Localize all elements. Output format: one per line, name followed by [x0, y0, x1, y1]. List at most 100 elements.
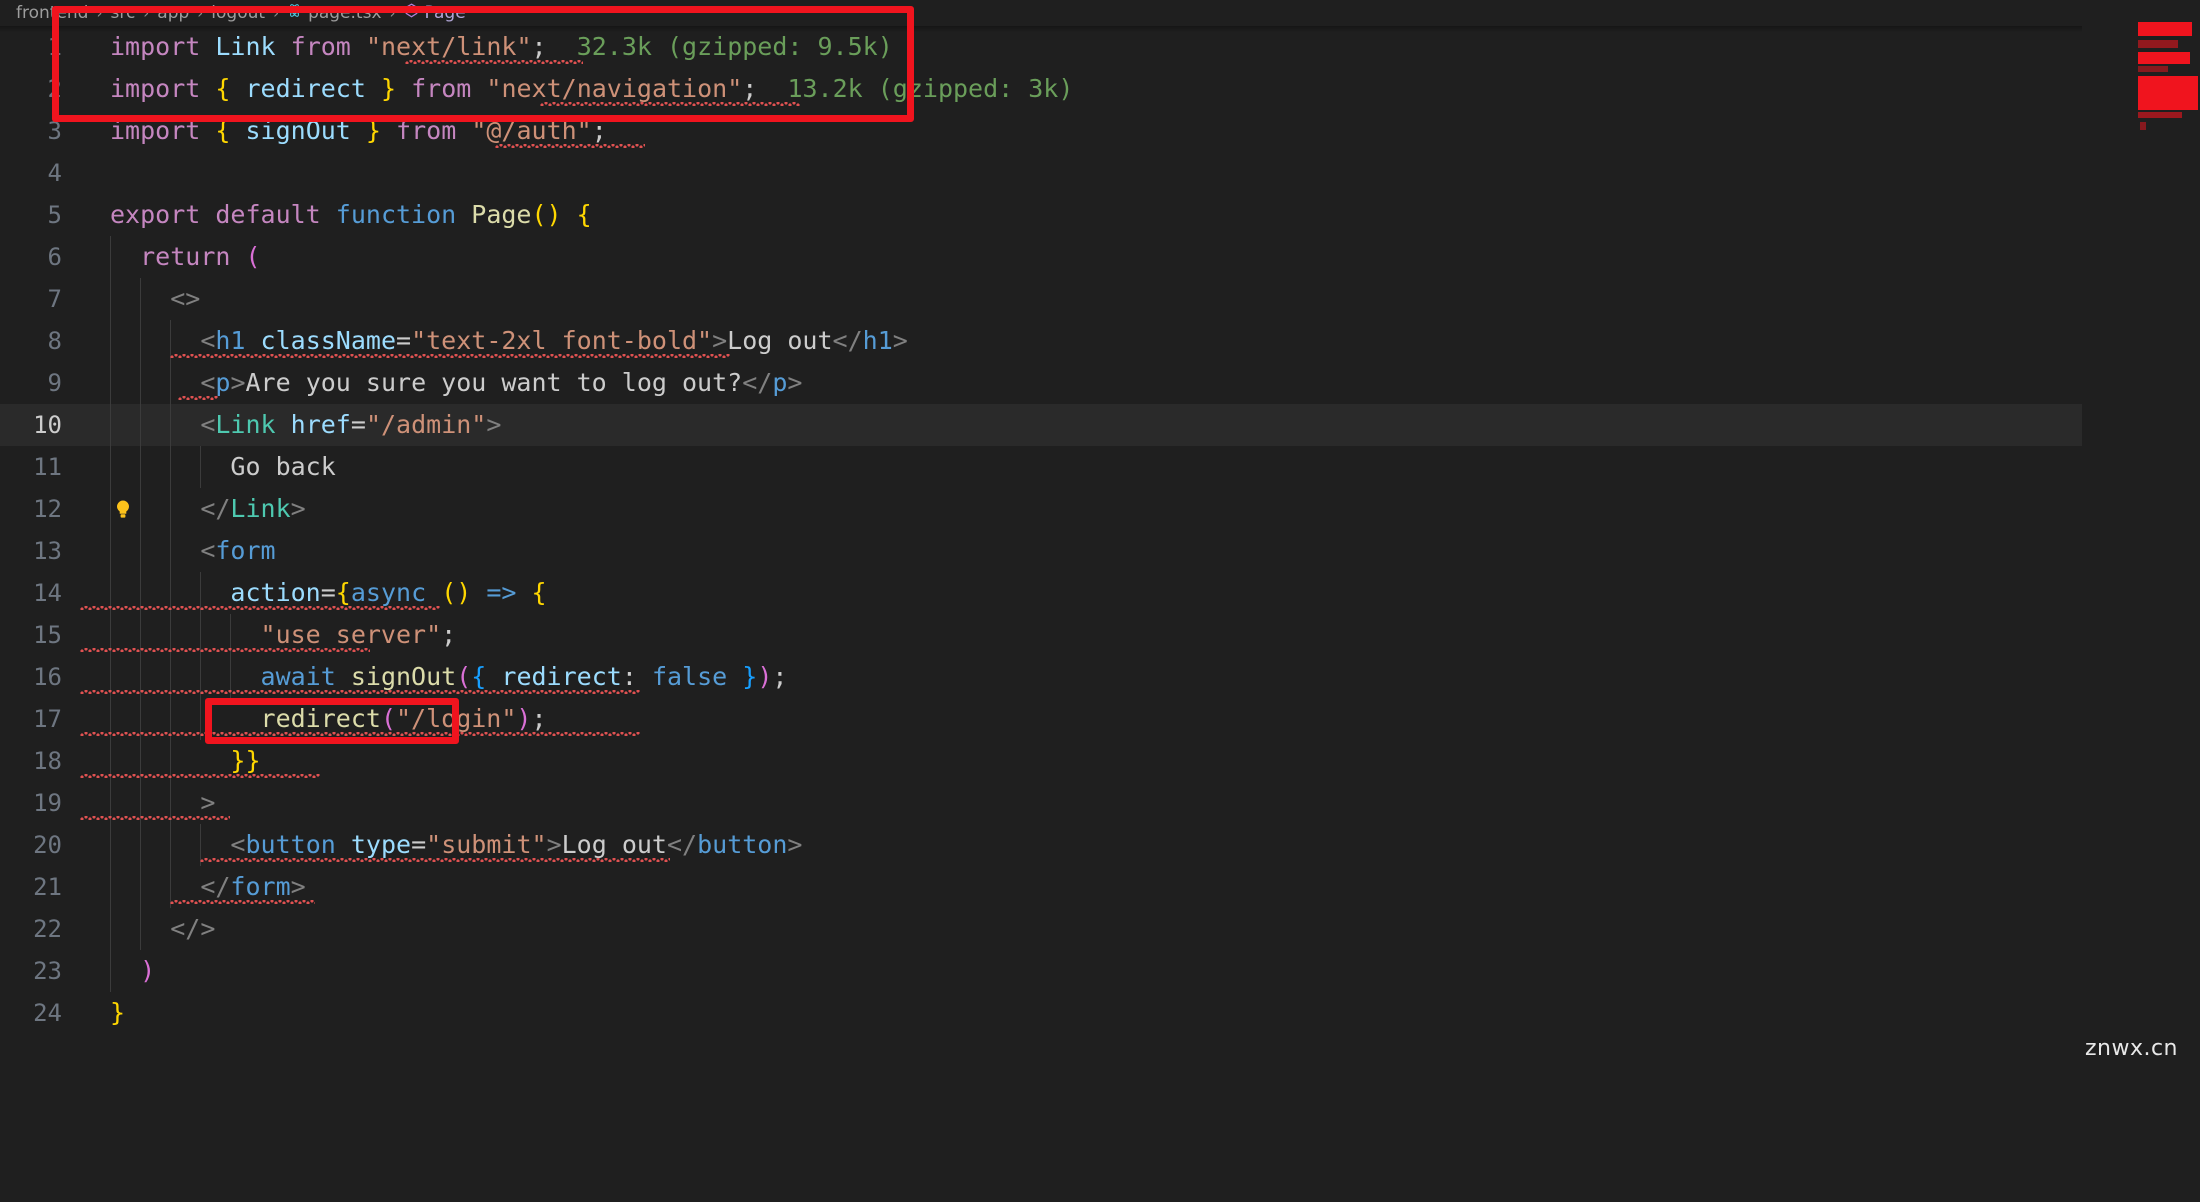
line-number: 21 — [33, 873, 62, 901]
code-line[interactable]: 20 <button type="submit">Log out</button… — [0, 824, 2200, 866]
code-line[interactable]: 23 ) — [0, 950, 2200, 992]
line-number: 17 — [33, 705, 62, 733]
breadcrumb-separator: › — [96, 4, 103, 22]
indent-guide — [200, 446, 201, 488]
minimap[interactable] — [2082, 0, 2200, 1077]
symbol-class-icon — [404, 3, 419, 23]
indent-guide — [140, 278, 141, 320]
line-number: 15 — [33, 621, 62, 649]
indent-guide — [110, 950, 111, 992]
error-squiggle — [80, 690, 640, 694]
indent-guide — [140, 488, 141, 530]
indent-guide — [110, 824, 111, 866]
code-text: </> — [170, 914, 216, 943]
code-text: } — [110, 998, 126, 1027]
breadcrumb-item-logout[interactable]: logout — [211, 3, 265, 23]
breadcrumb-item-page-symbol[interactable]: Page — [425, 3, 466, 23]
line-number: 19 — [33, 789, 62, 817]
code-line[interactable]: 12 </Link> — [0, 488, 2200, 530]
indent-guide — [110, 866, 111, 908]
indent-guide — [170, 824, 171, 866]
code-line[interactable]: 22 </> — [0, 908, 2200, 950]
indent-guide — [110, 446, 111, 488]
error-squiggle — [80, 816, 230, 820]
code-line[interactable]: 16 await signOut({ redirect: false }); — [0, 656, 2200, 698]
error-squiggle — [405, 60, 583, 64]
indent-guide — [140, 530, 141, 572]
code-line[interactable]: 18 }} — [0, 740, 2200, 782]
breadcrumb-item-src[interactable]: src — [110, 3, 135, 23]
code-line[interactable]: 17 redirect("/login"); — [0, 698, 2200, 740]
code-line[interactable]: 5 export default function Page() { — [0, 194, 2200, 236]
breadcrumb-item-frontend[interactable]: frontend — [16, 3, 88, 23]
minimap-highlight — [2138, 76, 2198, 110]
react-file-icon — [287, 3, 302, 23]
indent-guide — [110, 236, 111, 278]
line-number: 16 — [33, 663, 62, 691]
line-number: 6 — [47, 243, 62, 271]
vscode-editor-window: frontend › src › app › logout › page.tsx… — [0, 0, 2200, 1077]
line-number: 9 — [47, 369, 62, 397]
error-squiggle — [80, 606, 440, 610]
indent-guide — [110, 908, 111, 950]
code-line[interactable]: 7 <> — [0, 278, 2200, 320]
line-number: 8 — [47, 327, 62, 355]
code-line[interactable]: 19 > — [0, 782, 2200, 824]
error-squiggle — [178, 396, 218, 400]
breadcrumb-separator: › — [143, 4, 150, 22]
code-line[interactable]: 14 action={async () => { — [0, 572, 2200, 614]
code-line[interactable]: 6 return ( — [0, 236, 2200, 278]
code-line[interactable]: 9 <p>Are you sure you want to log out?</… — [0, 362, 2200, 404]
indent-guide — [110, 530, 111, 572]
breadcrumb-separator: › — [273, 4, 280, 22]
line-number: 2 — [47, 75, 62, 103]
error-squiggle — [80, 774, 320, 778]
indent-guide — [140, 824, 141, 866]
code-line-active[interactable]: 10 <Link href="/admin"> — [0, 404, 2200, 518]
line-number: 5 — [47, 201, 62, 229]
breadcrumb-item-app[interactable]: app — [157, 3, 189, 23]
indent-guide — [140, 362, 141, 404]
error-squiggle — [495, 144, 645, 148]
minimap-highlight — [2138, 52, 2190, 64]
line-number: 10 — [33, 411, 62, 439]
watermark: znwx.cn — [2084, 1036, 2178, 1061]
line-number: 23 — [33, 957, 62, 985]
indent-guide — [140, 866, 141, 908]
indent-guide — [140, 320, 141, 362]
code-line[interactable]: 15 "use server"; — [0, 614, 2200, 656]
code-line[interactable]: 1 import Link from "next/link"; 32.3k (g… — [0, 26, 2200, 68]
code-line[interactable]: 13 <form — [0, 530, 2200, 572]
line-number: 1 — [47, 33, 62, 61]
error-squiggle — [80, 648, 370, 652]
indent-guide — [110, 362, 111, 404]
code-line[interactable]: 11 Go back — [0, 446, 2200, 488]
line-number: 14 — [33, 579, 62, 607]
indent-guide — [140, 908, 141, 950]
indent-guide — [110, 278, 111, 320]
code-line[interactable]: 24 } — [0, 992, 2200, 1034]
breadcrumb[interactable]: frontend › src › app › logout › page.tsx… — [0, 0, 2200, 26]
import-cost-annotation: 13.2k (gzipped: 3k) — [787, 74, 1074, 103]
minimap-highlight — [2138, 40, 2178, 48]
code-text: <> — [170, 284, 201, 313]
error-squiggle — [170, 900, 315, 904]
line-number: 24 — [33, 999, 62, 1027]
code-line[interactable]: 3 import { signOut } from "@/auth"; — [0, 110, 2200, 152]
code-line[interactable]: 21 </form> — [0, 866, 2200, 908]
code-text: return ( — [140, 242, 261, 271]
import-cost-annotation: 32.3k (gzipped: 9.5k) — [576, 32, 893, 61]
code-line[interactable]: 4 — [0, 152, 2200, 194]
error-squiggle — [540, 102, 800, 106]
breadcrumb-separator: › — [197, 4, 204, 22]
error-squiggle — [200, 858, 670, 862]
line-number: 22 — [33, 915, 62, 943]
code-line[interactable]: 8 <h1 className="text-2xl font-bold">Log… — [0, 320, 2200, 362]
breadcrumb-item-page-tsx[interactable]: page.tsx — [308, 3, 381, 23]
code-editor-content[interactable]: 1 import Link from "next/link"; 32.3k (g… — [0, 26, 2200, 1077]
indent-guide — [110, 488, 111, 530]
code-line[interactable]: 2 import { redirect } from "next/navigat… — [0, 68, 2200, 110]
line-number: 11 — [33, 453, 62, 481]
indent-guide — [110, 320, 111, 362]
code-text: <form — [200, 536, 276, 565]
